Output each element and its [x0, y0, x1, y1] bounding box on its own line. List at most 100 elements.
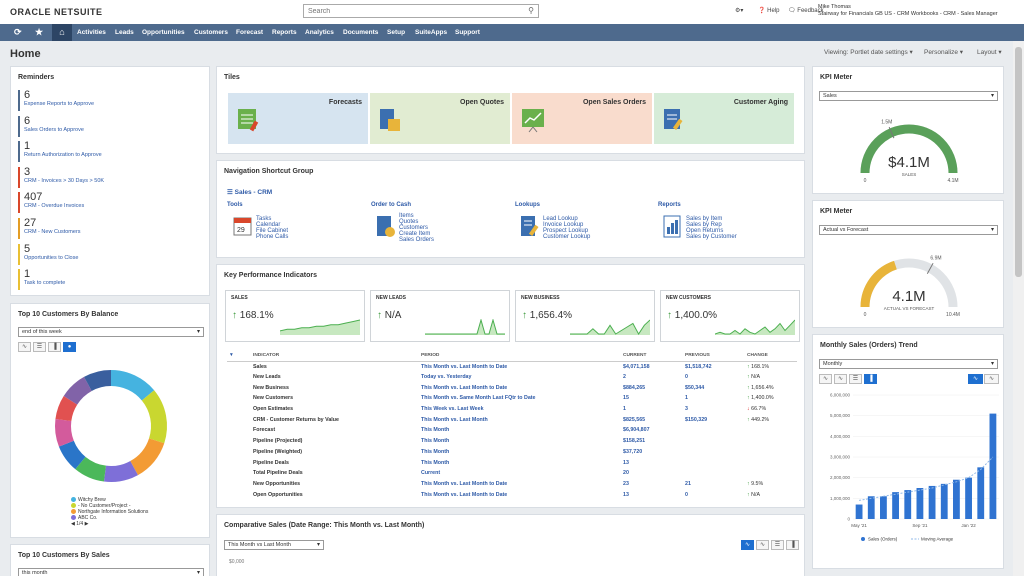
- kpi-period[interactable]: This Month: [419, 457, 621, 468]
- donut-slice[interactable]: [110, 370, 155, 401]
- reminder-item[interactable]: 3 CRM - Invoices > 30 Days > 50K: [18, 166, 208, 188]
- donut-slice[interactable]: [129, 437, 165, 476]
- kpi-previous[interactable]: 3: [683, 404, 745, 415]
- sales-date-select[interactable]: this month ▾: [18, 568, 204, 576]
- kpi-previous[interactable]: 0: [683, 372, 745, 383]
- kpi-previous[interactable]: $1,518,742: [683, 361, 745, 372]
- reminder-label[interactable]: Opportunities to Close: [24, 255, 208, 261]
- tile-customer-aging[interactable]: Customer Aging: [654, 93, 794, 144]
- reminder-label[interactable]: Return Authorization to Approve: [24, 152, 208, 158]
- search-icon[interactable]: ⚲: [528, 6, 534, 15]
- kpi-current[interactable]: 13: [621, 489, 683, 500]
- kpi-previous[interactable]: [683, 436, 745, 447]
- kpi-current[interactable]: $158,251: [621, 436, 683, 447]
- kpi-previous[interactable]: $150,329: [683, 414, 745, 425]
- nav-activities[interactable]: Activities: [77, 24, 106, 41]
- balance-date-select[interactable]: end of this week ▾: [18, 327, 204, 337]
- kpi-period[interactable]: This Month: [419, 447, 621, 458]
- viewing-dropdown[interactable]: Viewing: Portlet date settings ▾: [824, 48, 913, 56]
- tile-open-quotes[interactable]: Open Quotes: [370, 93, 510, 144]
- kpi-period[interactable]: Today vs. Yesterday: [419, 372, 621, 383]
- bar[interactable]: [989, 413, 997, 519]
- kpi-previous[interactable]: 21: [683, 479, 745, 490]
- reminder-item[interactable]: 27 CRM - New Customers: [18, 218, 208, 239]
- bar-chart-button[interactable]: ☰: [849, 374, 862, 384]
- trend-line-button[interactable]: ∿: [968, 374, 983, 384]
- layout-dropdown[interactable]: Layout ▾: [977, 48, 1002, 56]
- nsg-group-link[interactable]: ☰ Sales - CRM: [227, 188, 272, 196]
- user-menu[interactable]: Mike Thomas Stairway for Financials GB U…: [818, 4, 998, 18]
- kpi-current[interactable]: 15: [621, 393, 683, 404]
- reminder-label[interactable]: CRM - New Customers: [24, 229, 208, 235]
- reminder-item[interactable]: 1 Return Authorization to Approve: [18, 141, 208, 163]
- collapse-icon[interactable]: ▼: [227, 351, 251, 362]
- kpi-current[interactable]: $825,565: [621, 414, 683, 425]
- reminder-label[interactable]: Task to complete: [24, 280, 208, 286]
- nav-suiteapps[interactable]: SuiteApps: [415, 24, 447, 41]
- bar[interactable]: [855, 504, 863, 519]
- kpi-current[interactable]: $4,071,158: [621, 361, 683, 372]
- kpi-card-new-leads[interactable]: NEW LEADS ↑ N/A: [370, 290, 510, 342]
- bar[interactable]: [940, 483, 948, 519]
- donut-slice[interactable]: [141, 390, 167, 444]
- bar-chart-button[interactable]: ☰: [771, 540, 784, 550]
- donut-slice[interactable]: [58, 440, 86, 470]
- recent-icon[interactable]: ⟳: [14, 24, 22, 41]
- kpi-previous[interactable]: [683, 447, 745, 458]
- recent-records-icon[interactable]: ⚙▾: [735, 7, 743, 14]
- kpi-period[interactable]: This Month vs. Last Month: [419, 414, 621, 425]
- bar[interactable]: [892, 492, 899, 519]
- kpi-previous[interactable]: 1: [683, 393, 745, 404]
- netsuite-logo[interactable]: ORACLE NETSUITE: [10, 7, 103, 17]
- kpi-current[interactable]: 1: [621, 404, 683, 415]
- nav-leads[interactable]: Leads: [115, 24, 134, 41]
- kpi-meter-select[interactable]: Sales ▾: [819, 91, 998, 101]
- kpi-previous[interactable]: [683, 425, 745, 436]
- line-chart-button[interactable]: ∿: [18, 342, 31, 352]
- reminder-label[interactable]: Expense Reports to Approve: [24, 101, 208, 107]
- reminder-label[interactable]: CRM - Overdue Invoices: [24, 203, 208, 209]
- bar[interactable]: [977, 467, 985, 519]
- kpi-current[interactable]: 2: [621, 372, 683, 383]
- donut-slice[interactable]: [55, 395, 78, 422]
- nav-reports[interactable]: Reports: [272, 24, 297, 41]
- kpi-current[interactable]: $37,720: [621, 447, 683, 458]
- bar[interactable]: [880, 496, 887, 519]
- help-link[interactable]: ❓ Help: [758, 7, 780, 14]
- legend-pager[interactable]: ◀ 1/4 ▶: [71, 521, 88, 527]
- link-customer-lookup[interactable]: Customer Lookup: [543, 234, 590, 240]
- kpi-current[interactable]: 13: [621, 457, 683, 468]
- kpi-card-sales[interactable]: SALES ↑ 168.1%: [225, 290, 365, 342]
- reminder-item[interactable]: 6 Expense Reports to Approve: [18, 90, 208, 111]
- tile-forecasts[interactable]: Forecasts: [228, 93, 368, 144]
- reminder-item[interactable]: 6 Sales Orders to Approve: [18, 115, 208, 137]
- personalize-dropdown[interactable]: Personalize ▾: [924, 48, 963, 56]
- donut-slice[interactable]: [55, 418, 74, 447]
- link-sales-orders[interactable]: Sales Orders: [399, 237, 434, 243]
- nav-documents[interactable]: Documents: [343, 24, 378, 41]
- reminder-label[interactable]: Sales Orders to Approve: [24, 127, 208, 133]
- donut-slice[interactable]: [75, 456, 107, 482]
- kpi-previous[interactable]: 0: [683, 489, 745, 500]
- bar[interactable]: [867, 496, 875, 519]
- nav-opportunities[interactable]: Opportunities: [142, 24, 185, 41]
- line-chart-button[interactable]: ∿: [834, 374, 847, 384]
- column-chart-button[interactable]: ▐: [48, 342, 61, 352]
- global-search[interactable]: ⚲: [303, 4, 539, 18]
- nav-support[interactable]: Support: [455, 24, 480, 41]
- column-chart-button[interactable]: ▐: [786, 540, 799, 550]
- kpi-period[interactable]: This Month: [419, 436, 621, 447]
- kpi-period[interactable]: This Week vs. Last Week: [419, 404, 621, 415]
- link-phone-calls[interactable]: Phone Calls: [256, 234, 288, 240]
- kpi-period[interactable]: Current: [419, 468, 621, 479]
- nsg-section-reports[interactable]: Reports: [658, 202, 681, 208]
- kpi-period[interactable]: This Month: [419, 425, 621, 436]
- scrollbar-thumb[interactable]: [1015, 47, 1022, 277]
- reminder-item[interactable]: 5 Opportunities to Close: [18, 243, 208, 265]
- link-sales-by-customer[interactable]: Sales by Customer: [686, 234, 737, 240]
- nav-setup[interactable]: Setup: [387, 24, 405, 41]
- bar[interactable]: [953, 479, 960, 519]
- monthly-period-select[interactable]: Monthly ▾: [819, 359, 998, 369]
- nav-forecast[interactable]: Forecast: [236, 24, 263, 41]
- kpi-period[interactable]: This Month vs. Last Month to Date: [419, 382, 621, 393]
